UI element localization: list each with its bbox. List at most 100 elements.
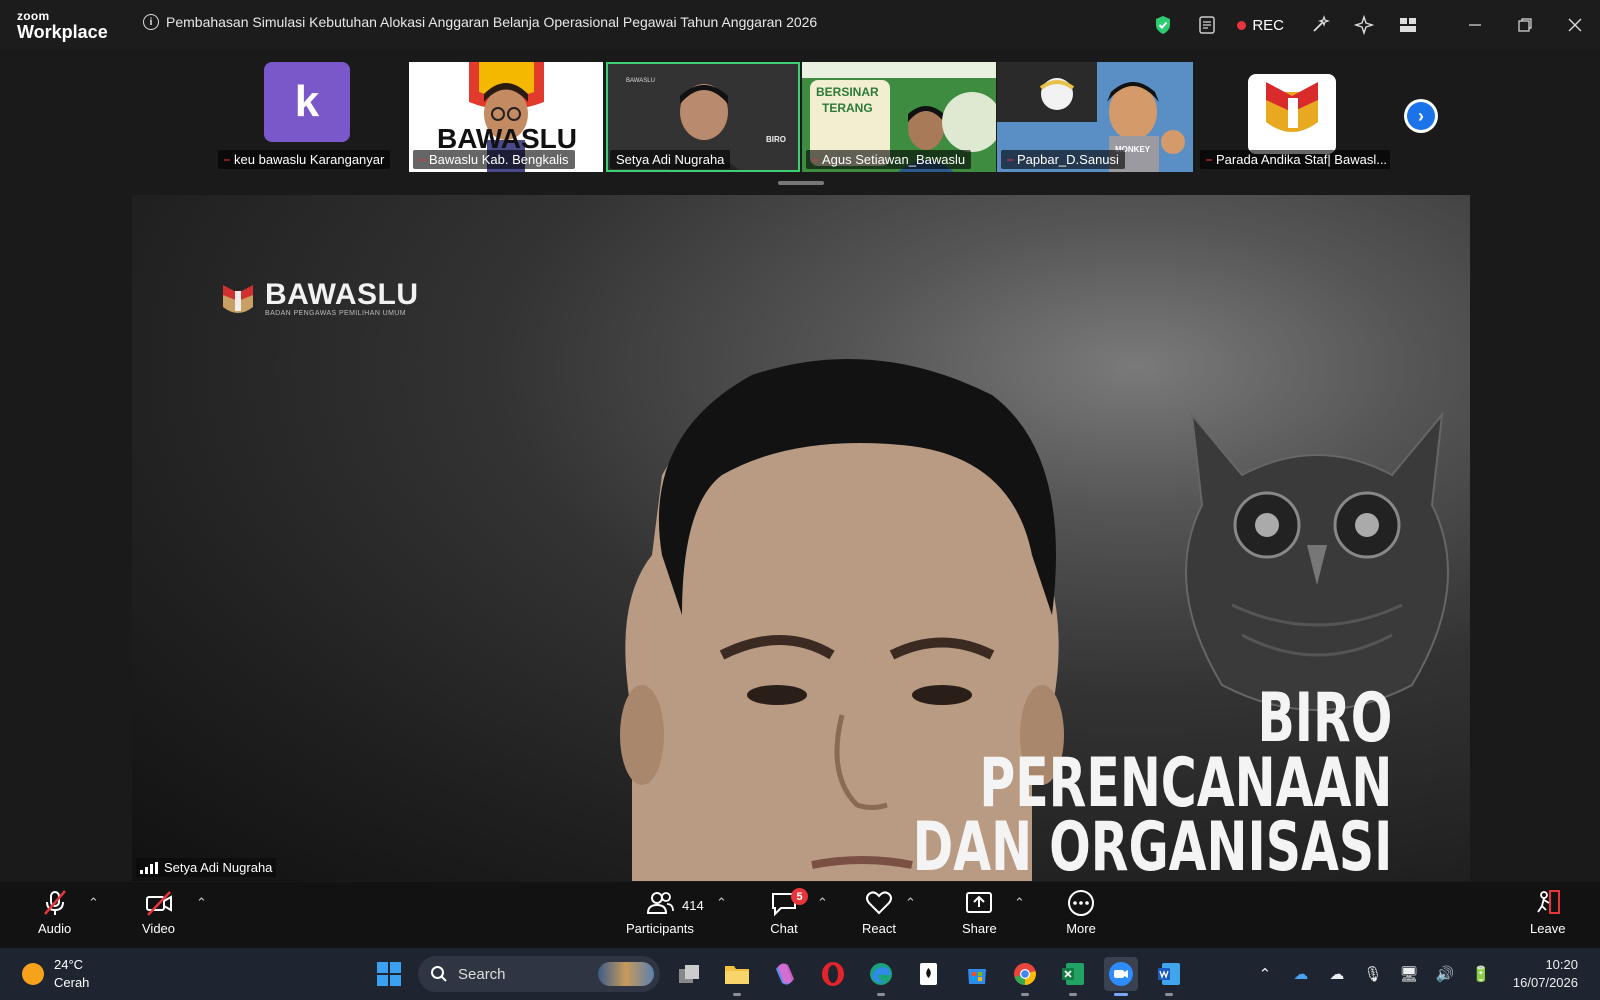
ms-store-icon[interactable] (960, 957, 994, 991)
main-video[interactable]: BAWASLU BADAN PENGAWAS PEMILIHAN UMUM BI… (132, 195, 1470, 881)
camera-off-icon (145, 891, 172, 916)
battery-icon[interactable]: 🔋 (1463, 965, 1499, 983)
react-options-caret-icon[interactable]: ⌃ (905, 895, 916, 911)
svg-text:BAWASLU: BAWASLU (626, 78, 655, 84)
onedrive-icon[interactable]: ☁ (1283, 965, 1319, 983)
system-clock[interactable]: 10:20 16/07/2026 (1513, 956, 1578, 991)
audio-label: Audio (38, 921, 72, 936)
leave-icon (1536, 890, 1560, 914)
participant-tile-active[interactable]: BAWASLU BIRO Setya Adi Nugraha (606, 62, 800, 172)
search-icon (431, 966, 447, 982)
participant-name-tag: ⎯ Papbar_D.Sanusi (1001, 150, 1125, 169)
participant-tile[interactable]: MONKEY ⎯ Papbar_D.Sanusi (997, 62, 1193, 172)
minimize-button[interactable] (1450, 0, 1500, 50)
chat-button[interactable]: 5 Chat (769, 888, 808, 936)
start-menu-icon[interactable] (372, 957, 406, 991)
recording-indicator[interactable]: REC (1237, 17, 1284, 34)
share-options-caret-icon[interactable]: ⌃ (1014, 895, 1025, 911)
participant-tile[interactable]: ⎯ Parada Andika Staf| Bawasl... (1196, 62, 1390, 172)
meeting-info[interactable]: i Pembahasan Simulasi Kebutuhan Alokasi … (143, 14, 817, 30)
participant-name-tag: ⎯ Bawaslu Kab. Bengkalis (413, 150, 575, 169)
active-speaker-label: Setya Adi Nugraha (136, 858, 277, 877)
running-indicator (877, 993, 885, 996)
microphone-icon[interactable]: 🎙 (1355, 965, 1391, 983)
meeting-toolbar: Audio ⌃ Video ⌃ Participants 414 ⌃ 5 Cha… (0, 882, 1600, 948)
background-title-line: DAN ORGANISASI (912, 808, 1392, 881)
os-taskbar: 24°C Cerah Search ⌃ ☁ ☁ 🎙 🖥 🔊 🔋 10:20 16… (0, 948, 1600, 1000)
participant-name-tag: ⎯ keu bawaslu Karanganyar (218, 150, 391, 169)
taskbar-search[interactable]: Search (418, 956, 660, 992)
weather-widget[interactable]: 24°C Cerah (22, 956, 89, 991)
participants-label: Participants (626, 921, 694, 936)
audio-options-caret-icon[interactable]: ⌃ (88, 895, 99, 911)
muted-mic-icon: ⎯ (1007, 152, 1014, 166)
ai-companion-icon[interactable] (1342, 0, 1386, 50)
speaker-name: Setya Adi Nugraha (164, 860, 273, 875)
brand-large: Workplace (17, 22, 108, 42)
zoom-app-icon[interactable] (1104, 957, 1138, 996)
audio-button[interactable]: Audio (38, 888, 71, 936)
clock-time: 10:20 (1545, 957, 1578, 973)
participant-tile[interactable]: BAWASLU ⎯ Bawaslu Kab. Bengkalis (409, 62, 603, 172)
chat-options-caret-icon[interactable]: ⌃ (817, 895, 828, 911)
participant-name: Papbar_D.Sanusi (1017, 152, 1119, 167)
participant-tile[interactable]: BERSINAR TERANG ⎯ Agus Setiawan_Bawaslu (802, 62, 996, 172)
brand-small: zoom (17, 9, 50, 23)
background-logo: BAWASLU BADAN PENGAWAS PEMILIHAN UMUM (217, 277, 419, 319)
file-explorer-icon[interactable] (720, 957, 754, 996)
thumb-banner-text: BERSINAR (816, 85, 879, 99)
react-button[interactable]: React (862, 888, 896, 936)
close-button[interactable] (1550, 0, 1600, 50)
participant-strip: k ⎯ keu bawaslu Karanganyar BAWASLU ⎯ Ba… (0, 50, 1600, 190)
participant-name-tag: Setya Adi Nugraha (610, 150, 731, 169)
video-button[interactable]: Video (142, 888, 175, 936)
chevron-up-icon[interactable]: ⌃ (1247, 965, 1283, 983)
muted-mic-icon: ⎯ (812, 152, 819, 166)
video-options-caret-icon[interactable]: ⌃ (196, 895, 207, 911)
participant-tile[interactable]: k ⎯ keu bawaslu Karanganyar (214, 62, 394, 172)
shield-icon[interactable] (1141, 0, 1185, 50)
mic-muted-icon (43, 890, 66, 915)
participant-name-tag: ⎯ Parada Andika Staf| Bawasl... (1200, 150, 1390, 169)
vpn-cloud-icon[interactable]: ☁ (1319, 965, 1355, 983)
task-view-icon[interactable] (672, 957, 706, 991)
notes-icon[interactable] (1185, 0, 1229, 50)
more-label: More (1066, 921, 1096, 936)
signal-strength-icon (140, 861, 158, 874)
participants-options-caret-icon[interactable]: ⌃ (716, 895, 727, 911)
running-indicator (1114, 993, 1128, 996)
background-logo-text: BAWASLU (265, 277, 419, 311)
more-icon (1068, 890, 1094, 916)
copilot-icon[interactable] (768, 957, 802, 991)
temperature: 24°C (54, 957, 84, 972)
participant-name: keu bawaslu Karanganyar (234, 152, 385, 167)
chevron-right-icon: › (1407, 102, 1435, 130)
network-icon[interactable]: 🖥 (1391, 965, 1427, 983)
restore-button[interactable] (1500, 0, 1550, 50)
weather-condition: Cerah (54, 974, 90, 990)
edge-icon[interactable] (864, 957, 898, 996)
record-dot-icon (1237, 20, 1247, 30)
volume-icon[interactable]: 🔊 (1427, 965, 1463, 983)
chrome-icon[interactable] (1008, 957, 1042, 996)
info-icon[interactable]: i (143, 14, 159, 30)
share-button[interactable]: Share (962, 888, 997, 936)
zoom-logo: zoom Workplace (17, 10, 108, 41)
resize-handle[interactable] (778, 181, 824, 185)
owl-illustration (1185, 411, 1449, 711)
excel-icon[interactable] (1056, 957, 1090, 996)
word-icon[interactable] (1152, 957, 1186, 996)
magic-wand-icon[interactable] (1298, 0, 1342, 50)
more-button[interactable]: More (1066, 888, 1096, 936)
avatar: k (264, 62, 350, 142)
layout-grid-icon[interactable] (1386, 0, 1430, 50)
running-indicator (733, 993, 741, 996)
background-logo-subtext: BADAN PENGAWAS PEMILIHAN UMUM (265, 309, 406, 317)
opera-icon[interactable] (816, 957, 850, 991)
next-page-button[interactable]: › (1404, 99, 1438, 133)
running-indicator (1021, 993, 1029, 996)
participant-name: Bawaslu Kab. Bengkalis (429, 152, 569, 167)
bawaslu-mark-icon (223, 285, 253, 313)
solitaire-icon[interactable] (912, 957, 946, 991)
leave-button[interactable]: Leave (1530, 888, 1565, 936)
